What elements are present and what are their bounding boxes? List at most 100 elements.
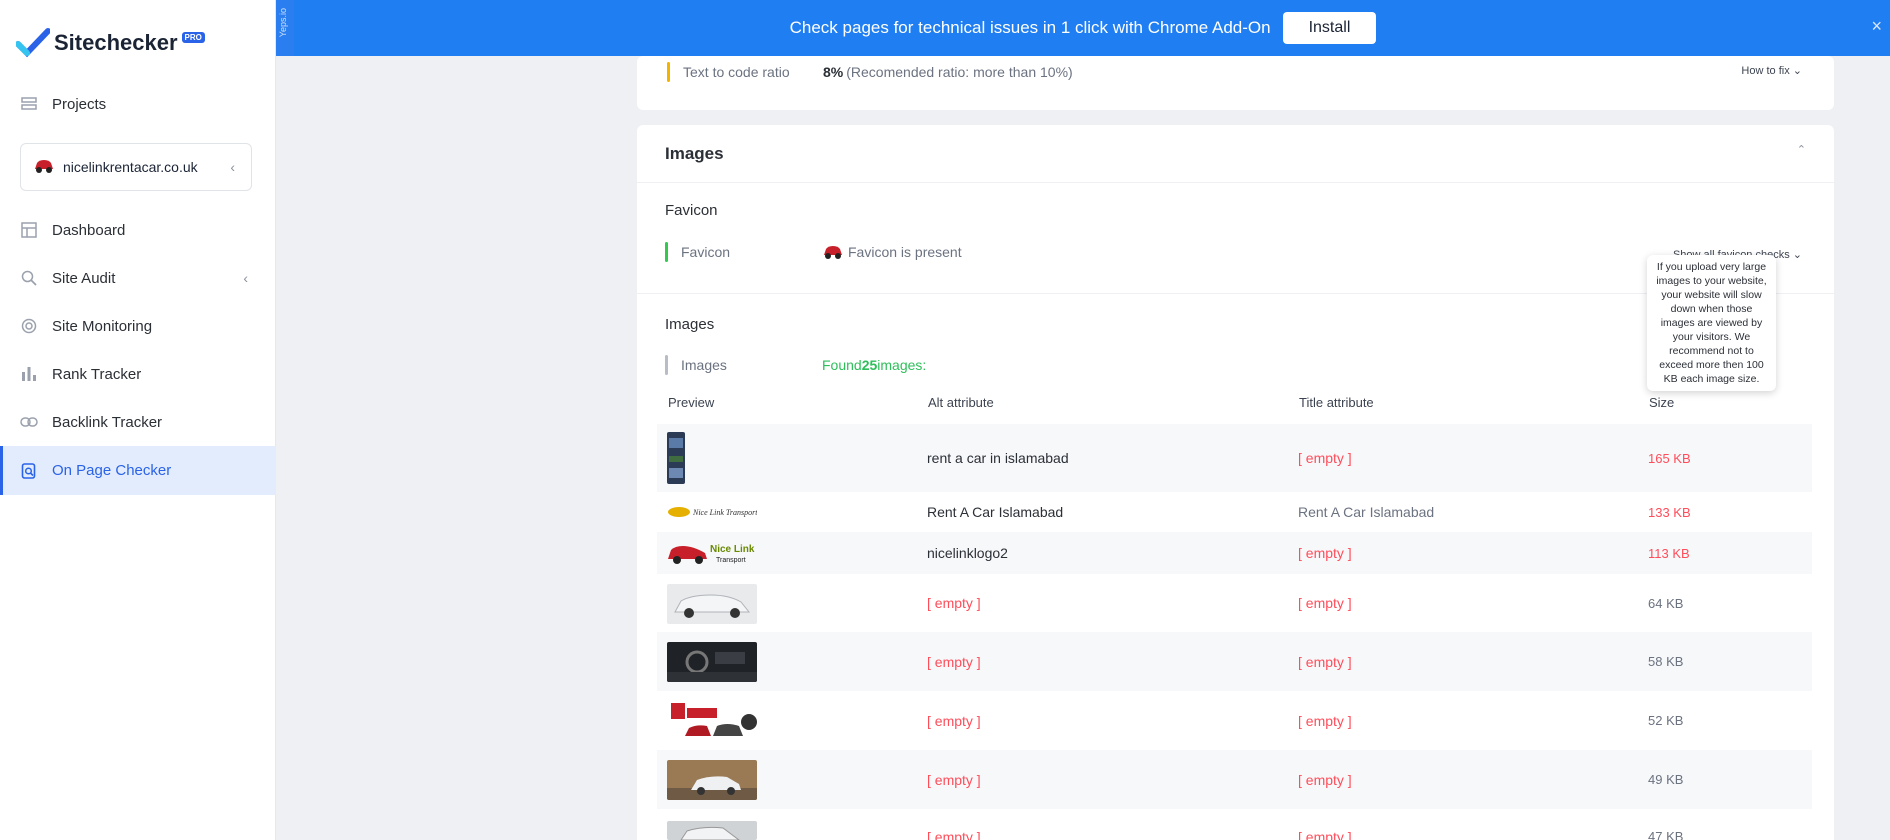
logo-check-icon bbox=[15, 28, 51, 58]
warning-bar bbox=[667, 62, 670, 82]
brand-name: Sitechecker bbox=[54, 30, 178, 55]
success-bar bbox=[665, 242, 668, 262]
size-value: 133 KB bbox=[1648, 504, 1691, 520]
size-value: 47 KB bbox=[1648, 829, 1684, 840]
install-button[interactable]: Install bbox=[1282, 12, 1377, 44]
table-row: [ empty ] [ empty ] 58 KB bbox=[657, 632, 1812, 691]
project-selector[interactable]: nicelinkrentacar.co.uk ‹ bbox=[20, 143, 252, 191]
found-count: 25 bbox=[861, 357, 878, 373]
yeps-label: Yeps.io bbox=[278, 8, 288, 38]
sidebar-item-label: Rank Tracker bbox=[52, 365, 142, 383]
title-value: [ empty ] bbox=[1298, 712, 1352, 729]
image-preview[interactable] bbox=[667, 760, 757, 800]
sidebar-item-projects[interactable]: Projects bbox=[0, 80, 276, 128]
banner-text: Check pages for technical issues in 1 cl… bbox=[789, 18, 1271, 37]
title-value: [ empty ] bbox=[1298, 771, 1352, 788]
image-preview[interactable] bbox=[667, 642, 757, 682]
ratio-note: (Recomended ratio: more than 10%) bbox=[846, 64, 1073, 80]
sidebar-item-label: Backlink Tracker bbox=[52, 413, 163, 431]
size-value: 58 KB bbox=[1648, 654, 1684, 669]
size-value: 49 KB bbox=[1648, 772, 1684, 787]
alt-value: [ empty ] bbox=[927, 712, 981, 729]
table-row: [ empty ] [ empty ] 52 KB bbox=[657, 691, 1812, 750]
sidebar-item-rank-tracker[interactable]: Rank Tracker bbox=[0, 350, 276, 398]
images-label: Images bbox=[681, 357, 727, 373]
col-title[interactable]: Title attribute bbox=[1299, 395, 1374, 410]
close-icon[interactable]: × bbox=[1871, 16, 1882, 37]
text-to-code-card: Text to code ratio 8% (Recomended ratio:… bbox=[637, 56, 1834, 110]
sidebar-item-backlink-tracker[interactable]: Backlink Tracker bbox=[0, 398, 276, 446]
chevron-left-icon[interactable]: ‹ bbox=[230, 159, 235, 175]
alt-value: [ empty ] bbox=[927, 829, 981, 840]
alt-value: Rent A Car Islamabad bbox=[927, 504, 1064, 520]
table-row: Nice Link Transport nicelinklogo2 [ empty… bbox=[657, 532, 1812, 574]
sidebar-item-label: Dashboard bbox=[52, 221, 126, 239]
size-value: 165 KB bbox=[1648, 450, 1691, 466]
bar-chart-icon bbox=[19, 364, 39, 384]
sidebar: Sitechecker PRO Projects nicelinkrentaca… bbox=[0, 0, 276, 840]
image-preview[interactable] bbox=[667, 821, 757, 840]
logo[interactable]: Sitechecker PRO bbox=[15, 28, 205, 58]
image-preview[interactable]: Nice Link Transport bbox=[667, 505, 757, 519]
alt-value: rent a car in islamabad bbox=[927, 450, 1069, 466]
projects-icon bbox=[19, 94, 39, 114]
pro-badge: PRO bbox=[181, 31, 205, 43]
car-favicon-icon bbox=[33, 157, 55, 178]
sidebar-item-label: Site Monitoring bbox=[52, 317, 153, 335]
table-row: [ empty ] [ empty ] 64 KB bbox=[657, 574, 1812, 632]
favicon-heading: Favicon bbox=[665, 202, 718, 219]
title-value: [ empty ] bbox=[1298, 829, 1352, 840]
image-preview[interactable]: Nice Link Transport bbox=[667, 541, 757, 565]
link-icon bbox=[19, 412, 39, 432]
title-value: [ empty ] bbox=[1298, 653, 1352, 670]
image-preview[interactable] bbox=[667, 584, 757, 624]
sidebar-item-on-page-checker[interactable]: On Page Checker bbox=[0, 446, 276, 495]
alt-value: [ empty ] bbox=[927, 595, 981, 611]
size-value: 113 KB bbox=[1648, 545, 1690, 561]
sidebar-item-label: Site Audit bbox=[52, 269, 116, 287]
table-row: [ empty ] [ empty ] 49 KB bbox=[657, 750, 1812, 809]
dashboard-icon bbox=[19, 220, 39, 240]
sidebar-item-label: Projects bbox=[52, 95, 107, 113]
title-value: [ empty ] bbox=[1298, 450, 1352, 466]
ratio-label: Text to code ratio bbox=[683, 64, 790, 80]
ratio-value: 8% bbox=[823, 64, 844, 80]
svg-text:Nice Link Transport: Nice Link Transport bbox=[692, 508, 757, 517]
table-row: [ empty ] [ empty ] 47 KB bbox=[657, 809, 1812, 840]
table-row: Nice Link Transport Rent A Car Islamabad… bbox=[657, 492, 1812, 532]
how-to-fix-link[interactable]: How to fix ⌄ bbox=[1741, 64, 1802, 77]
chevron-left-icon[interactable]: ‹ bbox=[243, 270, 248, 286]
title-value: [ empty ] bbox=[1298, 545, 1352, 561]
col-preview[interactable]: Preview bbox=[668, 395, 714, 410]
page-search-icon bbox=[19, 461, 39, 481]
title-value: Rent A Car Islamabad bbox=[1298, 504, 1435, 520]
alt-value: [ empty ] bbox=[927, 653, 981, 670]
car-favicon-icon bbox=[824, 246, 842, 259]
svg-text:Nice Link: Nice Link bbox=[710, 544, 755, 555]
sidebar-item-site-audit[interactable]: Site Audit ‹ bbox=[0, 254, 276, 302]
found-images-text: Found 25 images: bbox=[822, 357, 927, 373]
section-title: Images bbox=[665, 144, 724, 163]
monitoring-icon bbox=[19, 316, 39, 336]
collapse-icon[interactable]: ⌃ bbox=[1797, 143, 1806, 156]
image-size-tooltip: If you upload very large images to your … bbox=[1647, 255, 1776, 391]
images-heading: Images bbox=[665, 316, 715, 333]
project-name: nicelinkrentacar.co.uk bbox=[63, 159, 198, 175]
alt-value: nicelinklogo2 bbox=[927, 545, 1008, 561]
svg-text:Transport: Transport bbox=[716, 557, 746, 564]
sidebar-item-dashboard[interactable]: Dashboard bbox=[0, 206, 276, 254]
col-alt[interactable]: Alt attribute bbox=[928, 395, 994, 410]
size-value: 52 KB bbox=[1648, 713, 1684, 728]
image-preview[interactable] bbox=[667, 700, 757, 742]
search-icon bbox=[19, 268, 39, 288]
favicon-label: Favicon bbox=[681, 244, 731, 260]
col-size[interactable]: Size bbox=[1649, 395, 1674, 410]
sidebar-item-label: On Page Checker bbox=[52, 462, 172, 479]
title-value: [ empty ] bbox=[1298, 595, 1352, 611]
favicon-status: Favicon is present bbox=[848, 244, 962, 260]
sidebar-item-site-monitoring[interactable]: Site Monitoring bbox=[0, 302, 276, 350]
image-preview[interactable] bbox=[667, 432, 685, 484]
info-bar bbox=[665, 355, 668, 375]
yeps-strip[interactable]: Yeps.io bbox=[276, 0, 294, 56]
chrome-addon-banner: Check pages for technical issues in 1 cl… bbox=[276, 0, 1890, 56]
